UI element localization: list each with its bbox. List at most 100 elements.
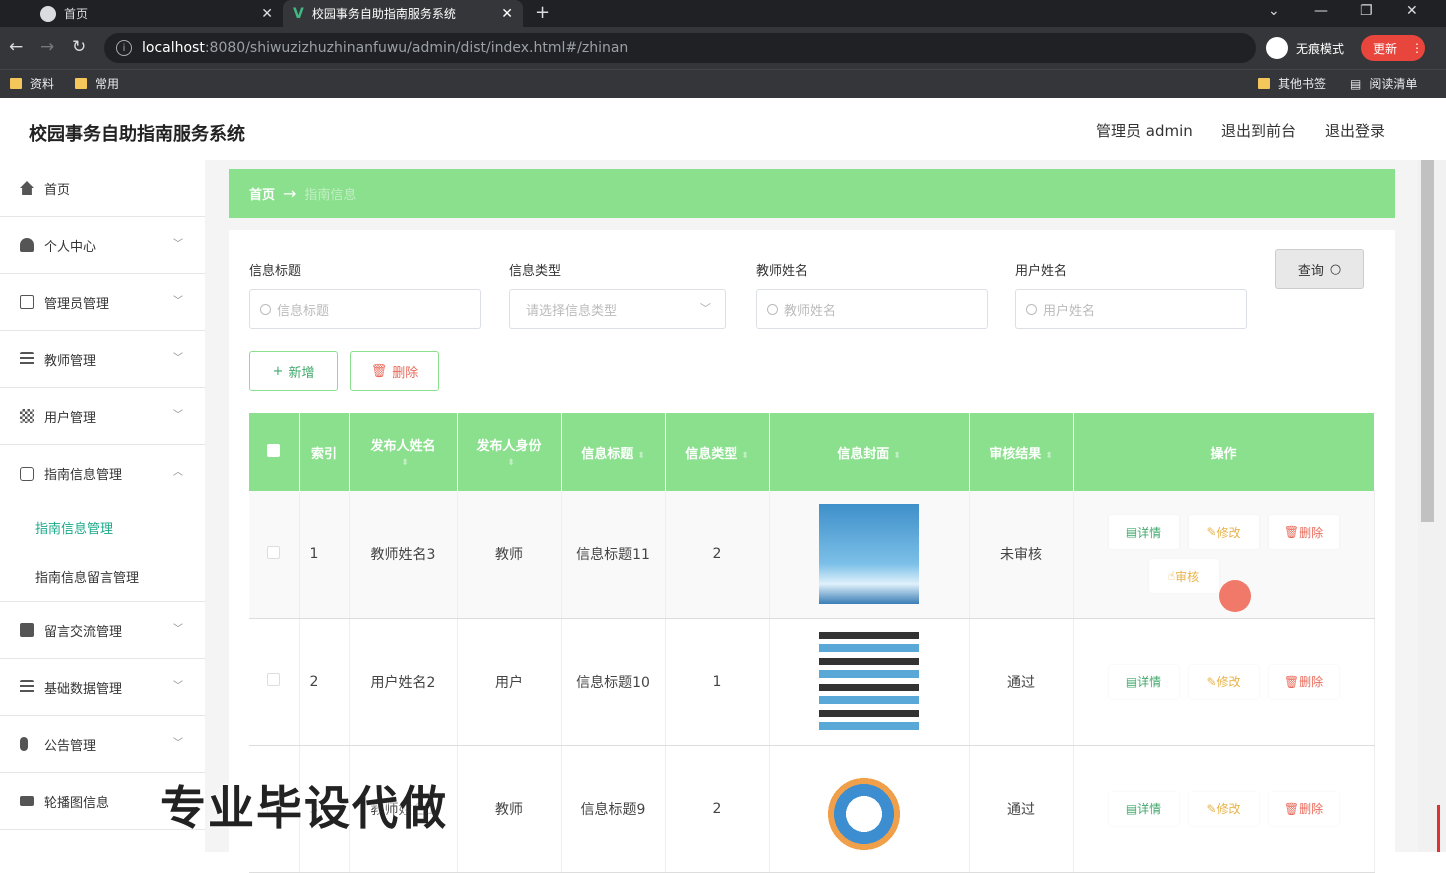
detail-button[interactable]: ▤ 详情 <box>1108 515 1179 550</box>
cell-name: 教师姓名3 <box>349 491 458 619</box>
cover-image[interactable] <box>819 758 919 859</box>
sidebar-item-personal[interactable]: 个人中心 ﹀ <box>0 217 205 274</box>
col-publisher-role[interactable]: 发布人身份 ⬍ <box>457 413 562 491</box>
cover-image[interactable] <box>819 504 919 605</box>
tab-search-icon[interactable]: ⌄ <box>1268 3 1280 19</box>
sidebar-item-home[interactable]: 首页 <box>0 160 205 217</box>
add-button[interactable]: + 新增 <box>249 351 338 391</box>
chevron-down-icon: ﹀ <box>173 410 183 421</box>
col-publisher-name[interactable]: 发布人姓名 ⬍ <box>349 413 458 491</box>
app-title: 校园事务自助指南服务系统 <box>29 124 245 145</box>
table-row: 1 教师姓名3 教师 信息标题11 2 未审核 ▤ 详情 ✎ 修改 🗑 删除 ☝… <box>249 491 1375 619</box>
update-button[interactable]: 更新 ⋮ <box>1361 35 1425 61</box>
scrollbar-thumb[interactable] <box>1421 160 1434 522</box>
restore-icon[interactable]: ❐ <box>1360 3 1373 19</box>
trash-icon: 🗑 <box>370 363 388 379</box>
sidebar-item-guide[interactable]: 指南信息管理 ︿ <box>0 445 205 502</box>
browser-tab-home[interactable]: 首页 ✕ <box>0 0 283 27</box>
audit-button[interactable]: ☝ 审核 <box>1148 559 1219 594</box>
list-icon <box>20 680 34 694</box>
sidebar-item-label: 个人中心 <box>44 239 97 255</box>
main-content: 首页 → 指南信息 信息标题 信息标题 信息类型 请选择信息类型 ﹀ 教师姓名 教… <box>205 160 1418 873</box>
col-result[interactable]: 审核结果 ⬍ <box>969 413 1074 491</box>
detail-label: 详情 <box>1137 802 1162 816</box>
new-tab-icon[interactable]: + <box>535 2 550 23</box>
address-bar-row: ← → ↻ i localhost :8080/shiwuzizhuzhinan… <box>0 27 1446 69</box>
batch-delete-button[interactable]: 🗑 删除 <box>350 351 439 391</box>
breadcrumb-home[interactable]: 首页 <box>249 184 275 203</box>
clipboard-icon <box>20 623 34 637</box>
audit-label: 审核 <box>1175 569 1200 584</box>
query-button[interactable]: 查询 ○ <box>1275 249 1364 289</box>
update-label: 更新 <box>1373 41 1398 56</box>
row-checkbox[interactable] <box>267 545 281 559</box>
delete-button[interactable]: 🗑 删除 <box>1268 664 1339 699</box>
col-title[interactable]: 信息标题 ⬍ <box>561 413 666 491</box>
sliders-icon <box>20 352 34 366</box>
col-cover[interactable]: 信息封面 ⬍ <box>769 413 970 491</box>
app-header: 校园事务自助指南服务系统 管理员 admin 退出到前台 退出登录 <box>0 98 1446 160</box>
select-all-checkbox[interactable] <box>267 443 281 457</box>
delete-label: 删除 <box>1299 675 1324 689</box>
cover-image[interactable] <box>819 631 919 732</box>
sort-icon: ⬍ <box>893 450 901 461</box>
close-tab-icon[interactable]: ✕ <box>501 6 513 22</box>
sidebar-subitem-guide-info[interactable]: 指南信息管理 <box>0 502 205 552</box>
exit-to-front-link[interactable]: 退出到前台 <box>1221 120 1296 141</box>
col-type[interactable]: 信息类型 ⬍ <box>665 413 770 491</box>
edit-button[interactable]: ✎ 修改 <box>1188 791 1259 826</box>
detail-button[interactable]: ▤ 详情 <box>1108 791 1179 826</box>
sidebar-item-teacher[interactable]: 教师管理 ﹀ <box>0 331 205 388</box>
edit-label: 修改 <box>1216 525 1241 540</box>
edit-label: 修改 <box>1216 675 1241 689</box>
sidebar-item-notice[interactable]: 公告管理 ﹀ <box>0 716 205 773</box>
placeholder: 用户姓名 <box>1043 303 1096 319</box>
reload-icon[interactable]: ↻ <box>72 37 86 57</box>
url-field[interactable]: i localhost :8080/shiwuzizhuzhinanfuwu/a… <box>104 33 1256 63</box>
back-icon[interactable]: ← <box>9 37 23 57</box>
cell-role: 教师 <box>457 745 562 873</box>
sidebar-item-label: 首页 <box>44 182 71 198</box>
sidebar-item-label: 轮播图信息 <box>44 795 110 811</box>
sidebar-item-label: 基础数据管理 <box>44 681 123 697</box>
forward-icon[interactable]: → <box>40 37 54 57</box>
delete-button[interactable]: 🗑 删除 <box>1268 515 1339 550</box>
minimize-icon[interactable]: — <box>1314 3 1328 19</box>
mouse-cursor-highlight <box>1219 580 1251 612</box>
bookmark-folder[interactable]: 常用 <box>75 75 119 92</box>
sidebar-subitem-guide-comments[interactable]: 指南信息留言管理 <box>0 552 205 602</box>
pencil-icon: ✎ <box>1206 801 1217 816</box>
bookmark-label: 资料 <box>30 77 55 91</box>
logout-link[interactable]: 退出登录 <box>1325 120 1385 141</box>
folder-icon <box>10 78 22 89</box>
user-icon <box>20 238 34 252</box>
edit-button[interactable]: ✎ 修改 <box>1188 664 1259 699</box>
edit-button[interactable]: ✎ 修改 <box>1188 515 1259 550</box>
row-checkbox[interactable] <box>267 673 281 686</box>
cell-actions: ▤ 详情 ✎ 修改 🗑 删除 <box>1073 745 1375 873</box>
other-bookmarks[interactable]: 其他书签 <box>1258 75 1326 92</box>
detail-button[interactable]: ▤ 详情 <box>1108 664 1179 699</box>
close-window-icon[interactable]: ✕ <box>1406 3 1418 19</box>
sidebar-item-admin[interactable]: 管理员管理 ﹀ <box>0 274 205 331</box>
incognito-label: 无痕模式 <box>1296 41 1345 56</box>
type-select[interactable]: 请选择信息类型 ﹀ <box>509 289 726 329</box>
tab-title: 校园事务自助指南服务系统 <box>311 7 456 21</box>
site-info-icon[interactable]: i <box>116 40 132 56</box>
teacher-search-input[interactable]: 教师姓名 <box>756 289 988 329</box>
document-icon: ▤ <box>1125 801 1138 816</box>
user-search-input[interactable]: 用户姓名 <box>1015 289 1247 329</box>
incognito-indicator[interactable]: 无痕模式 <box>1266 35 1344 61</box>
title-search-input[interactable]: 信息标题 <box>249 289 481 329</box>
delete-label: 删除 <box>1299 802 1324 816</box>
sidebar-item-basic-data[interactable]: 基础数据管理 ﹀ <box>0 659 205 716</box>
sidebar-item-messages[interactable]: 留言交流管理 ﹀ <box>0 602 205 659</box>
sidebar-item-user[interactable]: 用户管理 ﹀ <box>0 388 205 445</box>
reading-list[interactable]: ▤ 阅读清单 <box>1350 75 1417 92</box>
bookmark-folder[interactable]: 资料 <box>10 75 54 92</box>
browser-tab-system[interactable]: V 校园事务自助指南服务系统 ✕ <box>283 0 523 27</box>
delete-button[interactable]: 🗑 删除 <box>1268 791 1339 826</box>
filter-title-label: 信息标题 <box>249 264 302 279</box>
close-tab-icon[interactable]: ✕ <box>261 6 273 22</box>
chevron-down-icon: ﹀ <box>173 239 183 250</box>
